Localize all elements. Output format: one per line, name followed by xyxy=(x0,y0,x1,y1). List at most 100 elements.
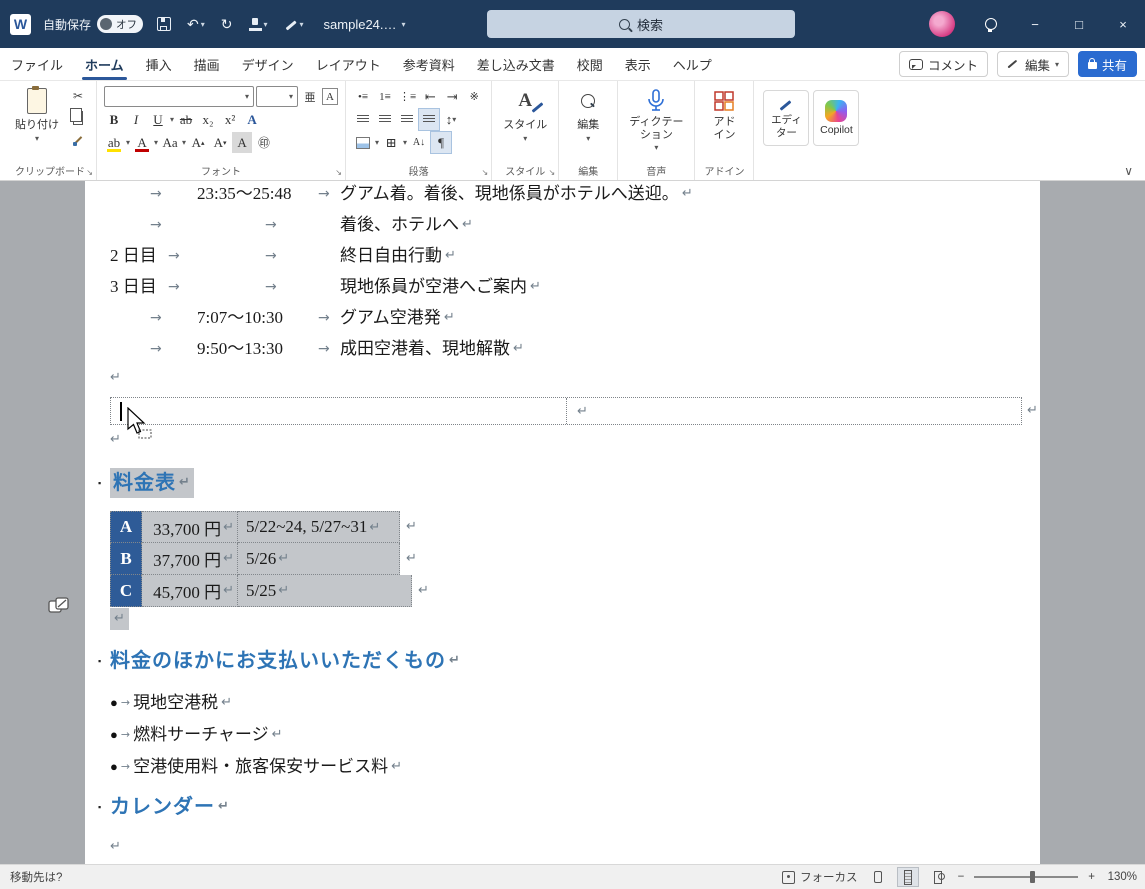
italic-button[interactable]: I xyxy=(126,109,146,130)
bold-button[interactable]: B xyxy=(104,109,124,130)
maximize-button[interactable]: □ xyxy=(1057,0,1101,48)
grade-cell[interactable]: A xyxy=(110,511,142,543)
numbering-button[interactable]: 1≡ xyxy=(375,86,395,107)
empty-table-cell[interactable] xyxy=(111,398,567,424)
schedule-line[interactable]: 2 日目 → → 終日自由行動 ↵ xyxy=(85,243,1040,269)
heading-price[interactable]: ▪ 料金表 ↵ xyxy=(98,468,194,498)
font-size-combo[interactable]: ▾ xyxy=(256,86,298,107)
text-effects-button[interactable]: A xyxy=(242,109,262,130)
sort-button[interactable]: A↓ xyxy=(409,132,429,153)
close-button[interactable]: × xyxy=(1101,0,1145,48)
read-mode-button[interactable] xyxy=(868,868,888,886)
chevron-down-icon[interactable]: ▾ xyxy=(170,115,174,124)
ideas-button[interactable] xyxy=(969,0,1013,48)
dictation-button[interactable]: ディクテー ション ▾ xyxy=(625,86,687,154)
tab-review[interactable]: 校閲 xyxy=(566,48,614,80)
superscript-button[interactable]: x² xyxy=(220,109,240,130)
grow-font-button[interactable]: A ▴ xyxy=(188,132,208,153)
document-page[interactable]: → 23:35〜25:48 → グアム着。着後、現地係員がホテルへ送迎。 ↵ →… xyxy=(85,181,1040,864)
tab-insert[interactable]: 挿入 xyxy=(135,48,183,80)
heading-extra[interactable]: ▪ 料金のほかにお支払いいただくもの ↵ xyxy=(98,647,461,675)
align-left-button[interactable] xyxy=(353,109,373,130)
tab-design[interactable]: デザイン xyxy=(231,48,305,80)
chevron-down-icon[interactable]: ▾ xyxy=(403,138,407,147)
paste-button[interactable]: 貼り付け ▾ xyxy=(11,86,63,150)
dates-cell[interactable]: 5/25 ↵ xyxy=(238,575,412,607)
comments-button[interactable]: コメント xyxy=(898,51,988,77)
editor-button[interactable]: エディ ター xyxy=(763,90,810,146)
schedule-line[interactable]: → 23:35〜25:48 → グアム着。着後、現地係員がホテルへ送迎。 ↵ xyxy=(85,181,1040,207)
format-painter-button[interactable] xyxy=(67,130,89,150)
autosave-toggle[interactable]: 自動保存 オフ xyxy=(43,15,144,33)
tab-layout[interactable]: レイアウト xyxy=(305,48,392,80)
zoom-in-button[interactable]: + xyxy=(1088,871,1095,883)
redo-button[interactable]: ↻ xyxy=(219,14,235,35)
grade-cell[interactable]: C xyxy=(110,575,142,607)
bullets-button[interactable]: •≡ xyxy=(353,86,373,107)
dates-cell[interactable]: 5/22~24, 5/27~31 ↵ xyxy=(238,511,400,543)
chevron-down-icon[interactable]: ▾ xyxy=(182,138,186,147)
share-button[interactable]: 共有 xyxy=(1077,51,1137,77)
autosave-switch[interactable]: オフ xyxy=(97,15,144,33)
price-table[interactable]: A 33,700 円 ↵ 5/22~24, 5/27~31 ↵ ↵ B 37,7… xyxy=(110,511,429,607)
grade-cell[interactable]: B xyxy=(110,543,142,575)
tab-view[interactable]: 表示 xyxy=(614,48,662,80)
tab-draw[interactable]: 描画 xyxy=(183,48,231,80)
zoom-slider-thumb[interactable] xyxy=(1030,871,1036,883)
price-cell[interactable]: 45,700 円 ↵ xyxy=(142,575,238,607)
copilot-button[interactable]: Copilot xyxy=(813,90,860,146)
tab-mailings[interactable]: 差し込み文書 xyxy=(466,48,566,80)
empty-table[interactable]: ↵ xyxy=(110,397,1022,425)
change-case-button[interactable]: Aa xyxy=(160,132,180,153)
shrink-font-button[interactable]: A ▾ xyxy=(210,132,230,153)
table-row[interactable]: A 33,700 円 ↵ 5/22~24, 5/27~31 ↵ ↵ xyxy=(110,511,417,543)
stamp-button[interactable]: ▾ xyxy=(247,16,270,33)
tab-home[interactable]: ホーム xyxy=(74,48,135,80)
asian-layout-button[interactable]: ※ xyxy=(464,86,484,107)
save-button[interactable] xyxy=(155,15,173,33)
editing-button[interactable]: 編集 ▾ xyxy=(566,86,610,145)
borders-button[interactable]: ⊞ xyxy=(381,132,401,153)
underline-button[interactable]: U xyxy=(148,109,168,130)
shading-button[interactable] xyxy=(353,132,373,153)
chevron-down-icon[interactable]: ▾ xyxy=(126,138,130,147)
line-spacing-button[interactable]: ↕ ▾ xyxy=(441,109,461,130)
increase-indent-button[interactable]: ⇥ xyxy=(442,86,462,107)
focus-mode-button[interactable]: フォーカス xyxy=(782,869,858,885)
chevron-down-icon[interactable]: ▾ xyxy=(154,138,158,147)
zoom-slider[interactable] xyxy=(974,871,1079,883)
copy-button[interactable] xyxy=(67,108,89,128)
empty-table-cell[interactable]: ↵ xyxy=(567,398,1021,424)
price-cell[interactable]: 33,700 円 ↵ xyxy=(142,511,238,543)
font-name-combo[interactable]: ▾ xyxy=(104,86,254,107)
price-cell[interactable]: 37,700 円 ↵ xyxy=(142,543,238,575)
multilevel-list-button[interactable]: ⋮≡ xyxy=(397,86,418,107)
pen-button[interactable]: ▾ xyxy=(282,16,306,33)
decrease-indent-button[interactable]: ⇤ xyxy=(420,86,440,107)
phonetic-guide-button[interactable]: 亜 xyxy=(300,86,320,107)
list-item[interactable]: ● → 空港使用料・旅客保安サービス料 ↵ xyxy=(110,754,402,780)
character-border-button[interactable]: A xyxy=(322,88,338,105)
zoom-level[interactable]: 130% xyxy=(1105,871,1137,883)
dialog-launcher-icon[interactable]: ↘ xyxy=(482,168,489,177)
dialog-launcher-icon[interactable]: ↘ xyxy=(549,168,556,177)
margin-object-icon[interactable] xyxy=(48,597,70,615)
align-right-button[interactable] xyxy=(397,109,417,130)
heading-calendar[interactable]: ▪ カレンダー ↵ xyxy=(98,793,230,821)
print-layout-button[interactable] xyxy=(896,867,919,887)
enclose-characters-button[interactable]: ㊞ xyxy=(254,132,274,153)
avatar[interactable] xyxy=(929,11,955,37)
table-row[interactable]: B 37,700 円 ↵ 5/26 ↵ ↵ xyxy=(110,543,417,575)
styles-button[interactable]: A スタイル ▾ xyxy=(499,86,551,145)
text-highlight-button[interactable]: ab xyxy=(104,132,124,153)
search-input[interactable]: 検索 xyxy=(487,10,795,38)
dialog-launcher-icon[interactable]: ↘ xyxy=(86,168,93,177)
web-layout-button[interactable] xyxy=(928,868,948,886)
schedule-line[interactable]: → 9:50〜13:30 → 成田空港着、現地解散 ↵ xyxy=(85,336,1040,362)
addins-button[interactable]: アド イン xyxy=(702,86,746,143)
tab-help[interactable]: ヘルプ xyxy=(662,48,723,80)
tab-file[interactable]: ファイル xyxy=(0,48,74,80)
font-color-button[interactable]: A xyxy=(132,132,152,153)
schedule-line[interactable]: 3 日目 → → 現地係員が空港へご案内 ↵ xyxy=(85,274,1040,300)
tab-references[interactable]: 参考資料 xyxy=(392,48,466,80)
